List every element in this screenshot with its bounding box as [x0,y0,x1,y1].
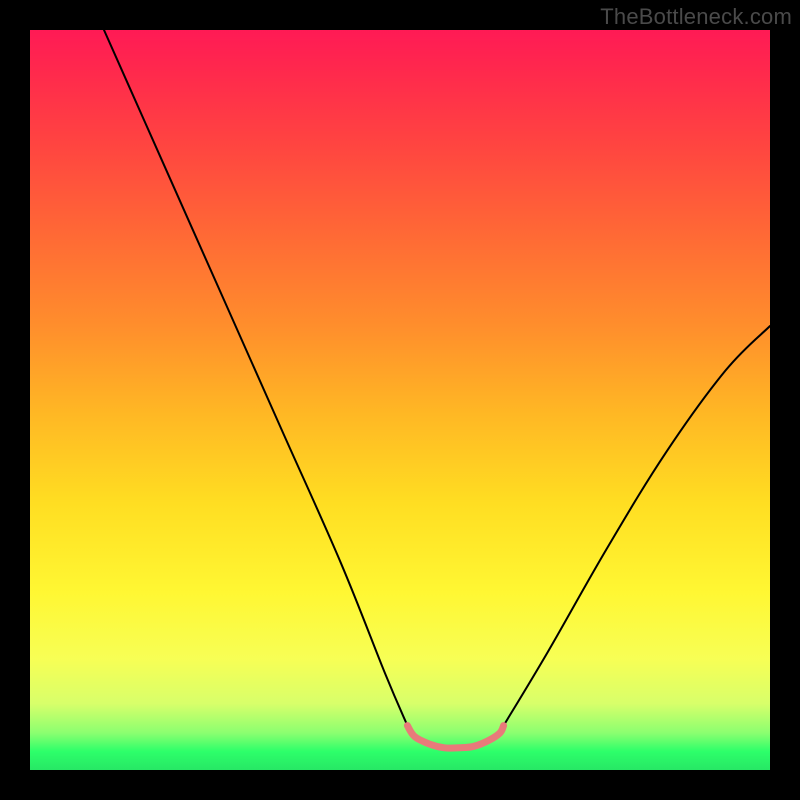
watermark-text: TheBottleneck.com [600,4,792,30]
chart-plot-area [30,30,770,770]
series-left-descent [104,30,407,726]
chart-curve-svg [30,30,770,770]
series-right-ascent [504,326,770,726]
series-valley-floor [407,726,503,749]
chart-frame: TheBottleneck.com [0,0,800,800]
